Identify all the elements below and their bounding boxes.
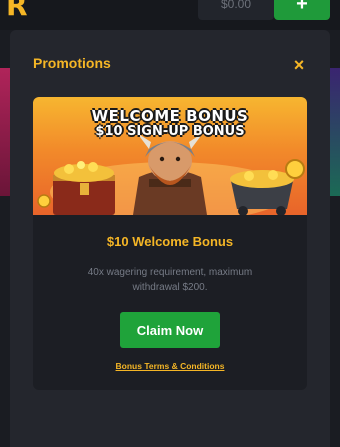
coin-icon	[285, 159, 305, 179]
modal-title: Promotions	[33, 55, 111, 71]
site-header: R $0.00 +	[0, 0, 340, 30]
banner-subheadline: $10 SIGN-UP BONUS	[95, 124, 245, 139]
add-funds-button[interactable]: +	[274, 0, 330, 20]
banner-headline: WELCOME BONUS	[91, 107, 249, 125]
close-button[interactable]: ×	[290, 56, 308, 74]
claim-now-button[interactable]: Claim Now	[120, 312, 220, 348]
promo-heading: $10 Welcome Bonus	[106, 234, 234, 249]
promo-banner: WELCOME BONUS $10 SIGN-UP BONUS	[33, 97, 307, 215]
promo-description: 40x wagering requirement, maximum withdr…	[87, 267, 253, 293]
site-logo[interactable]: R	[6, 0, 28, 20]
promo-card: WELCOME BONUS $10 SIGN-UP BONUS $10 Welc…	[33, 97, 307, 390]
treasure-chest-icon	[53, 161, 115, 215]
bonus-terms-link[interactable]: Bonus Terms & Conditions	[33, 361, 307, 371]
gold-cart-icon	[230, 170, 294, 215]
coin-icon	[37, 194, 51, 208]
promotions-modal: Promotions × WELCOME BONUS $10 SIGN-UP B…	[10, 30, 330, 447]
balance-display[interactable]: $0.00	[198, 0, 274, 20]
